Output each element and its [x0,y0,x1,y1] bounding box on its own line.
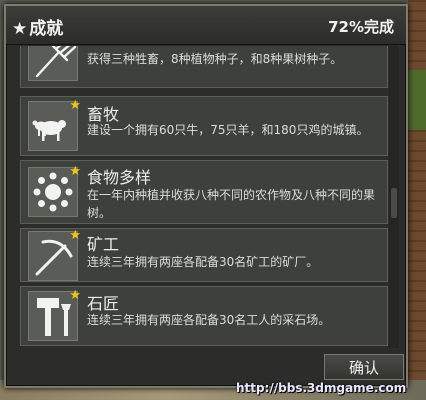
achievement-description: 连续三年拥有两座各配备30名矿工的矿厂。 [87,255,319,269]
completed-star-icon: ★ [69,164,81,179]
window-title: ★ 成就 [12,14,63,39]
achievement-item-husbandry: ★ 畜牧 建设一个拥有60只牛，75只羊，和180只鸡的城镇。 [20,96,388,156]
title-bar: ★ 成就 72%完成 [6,6,406,45]
achievement-item-livestock-seeds: 获得三种牲畜，8种植物种子，和8种果树种子。 [20,46,388,88]
pitchfork-icon [35,46,77,78]
window-title-text: 成就 [29,19,64,39]
completion-progress: 72%完成 [328,18,394,36]
scrollbar-thumb[interactable] [391,188,397,218]
achievement-description: 获得三种牲畜，8种植物种子，和8种果树种子。 [87,52,343,66]
completed-star-icon: ★ [69,288,81,303]
achievement-title: 食物多样 [87,168,152,187]
completed-star-icon: ★ [69,98,81,113]
achievement-description: 在一年内种植并收获八种不同的农作物及八种不同的果树。 [87,188,376,220]
achievement-title: 矿工 [87,235,120,254]
achievements-window: ★ 成就 72%完成 获得三种牲畜，8种植物种子，和8种果树种子。 ★ 畜牧 建… [4,4,408,388]
confirm-button[interactable]: 确认 [324,354,404,380]
background-scenery [408,0,426,400]
title-star-icon: ★ [12,19,28,39]
achievement-item-stonemason: ★ 石匠 连续三年拥有两座各配备30名工人的采石场。 [20,286,388,346]
site-watermark: http://bbs.3dmgame.com [236,381,407,395]
achievement-icon-box: ★ [28,228,81,281]
achievement-description: 建设一个拥有60只牛，75只羊，和180只鸡的城镇。 [87,123,369,137]
achievement-list[interactable]: 获得三种牲畜，8种植物种子，和8种果树种子。 ★ 畜牧 建设一个拥有60只牛，7… [20,46,388,348]
achievement-description: 连续三年拥有两座各配备30名工人的采石场。 [87,313,331,327]
achievement-icon-box: ★ [28,98,81,151]
achievement-icon-box: ★ [28,164,81,217]
achievement-icon-box [28,46,78,81]
achievement-icon-box: ★ [28,288,81,341]
list-scrollbar[interactable] [389,46,399,348]
achievement-item-miner: ★ 矿工 连续三年拥有两座各配备30名矿工的矿厂。 [20,228,388,282]
completed-star-icon: ★ [69,228,81,243]
achievement-item-food-variety: ★ 食物多样 在一年内种植并收获八种不同的农作物及八种不同的果树。 [20,160,388,224]
